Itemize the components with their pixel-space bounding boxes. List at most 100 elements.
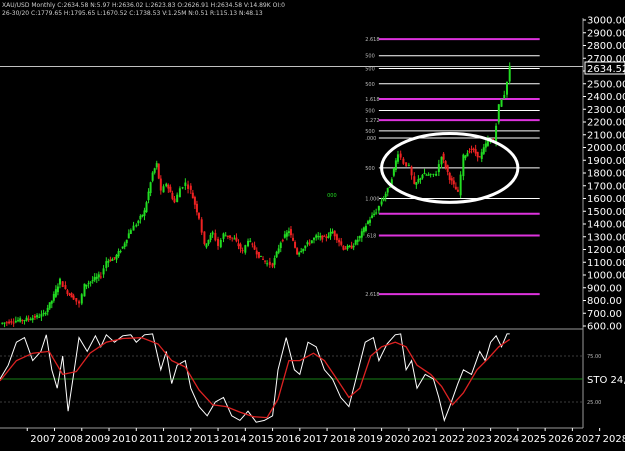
x-tick-label: 2019	[357, 434, 382, 445]
candle-body	[262, 258, 265, 260]
candle-body	[14, 320, 17, 323]
candle-body	[91, 280, 94, 282]
candle-body	[448, 172, 451, 180]
candle-body	[123, 243, 126, 248]
candle-body	[169, 186, 172, 193]
candle-body	[454, 186, 457, 190]
y-tick-label: 1300.00	[587, 232, 625, 243]
candle-body	[281, 240, 284, 242]
candle-body	[68, 293, 71, 295]
candle-body	[219, 239, 222, 248]
candle-body	[427, 174, 430, 176]
candle-body	[321, 235, 324, 240]
candle-body	[407, 164, 410, 166]
candle-body	[425, 174, 428, 176]
candle-body	[195, 203, 198, 213]
candle-body	[364, 225, 367, 231]
candle-body	[139, 215, 142, 220]
candle-body	[239, 244, 242, 250]
candle-body	[27, 318, 30, 320]
candle-body	[371, 215, 374, 218]
fib-level-label: .618	[365, 233, 376, 239]
candle-body	[335, 234, 338, 241]
candle-body	[495, 125, 498, 143]
candle-body	[135, 224, 138, 227]
last-price-label: 2634.52	[587, 64, 625, 75]
candle-body	[48, 302, 51, 309]
candle-body	[93, 277, 96, 281]
candle-body	[209, 234, 212, 241]
candle-body	[241, 250, 244, 252]
candle-body	[176, 194, 179, 202]
candle-body	[319, 235, 322, 238]
candle-body	[153, 168, 156, 173]
y-tick-label: 1700.00	[587, 181, 625, 192]
y-tick-label: 2000.00	[587, 143, 625, 154]
candle-body	[16, 320, 19, 322]
candle-body	[25, 317, 28, 321]
candle-body	[159, 178, 162, 191]
candle-body	[298, 252, 301, 255]
candle-body	[5, 322, 8, 324]
candle-body	[249, 240, 252, 242]
candle-body	[444, 161, 447, 168]
candle-body	[89, 281, 92, 283]
candle-body	[214, 233, 217, 241]
candle-body	[113, 257, 116, 259]
candle-body	[388, 186, 391, 188]
candle-body	[117, 251, 120, 257]
candle-body	[476, 151, 479, 158]
candle-body	[310, 240, 313, 244]
candle-body	[97, 274, 100, 278]
chart-background	[0, 0, 625, 451]
candle-body	[329, 231, 332, 237]
candle-body	[405, 162, 408, 167]
candle-body	[340, 241, 343, 245]
y-tick-label: 1100.00	[587, 258, 625, 269]
candle-body	[200, 219, 203, 233]
x-tick-label: 2025	[521, 434, 546, 445]
x-tick-label: 2027	[575, 434, 600, 445]
candle-body	[354, 240, 357, 245]
fib-level-label: 500	[365, 129, 375, 135]
candle-body	[294, 241, 297, 248]
candle-body	[296, 248, 299, 255]
stoch-label: STO 24,	[587, 375, 625, 386]
candle-body	[211, 232, 214, 235]
candle-body	[375, 212, 378, 214]
x-tick-label: 2022	[439, 434, 464, 445]
candle-body	[54, 289, 57, 297]
x-tick-label: 2028	[603, 434, 625, 445]
candle-body	[64, 285, 67, 290]
candle-body	[266, 263, 269, 265]
candle-body	[478, 156, 481, 158]
x-tick-label: 2013	[194, 434, 219, 445]
candle-body	[333, 230, 336, 237]
x-tick-label: 2024	[494, 434, 519, 445]
candle-body	[342, 245, 345, 250]
candle-body	[85, 284, 88, 287]
candle-body	[348, 245, 351, 247]
candle-body	[107, 260, 110, 263]
candle-body	[157, 163, 160, 179]
candle-body	[251, 243, 254, 245]
candle-body	[417, 179, 420, 183]
candle-body	[36, 315, 39, 318]
fib-level-label: 1.000	[365, 197, 379, 203]
candle-body	[102, 268, 105, 275]
fib-level-label: 2.618	[365, 37, 379, 43]
candle-body	[350, 245, 353, 249]
x-tick-label: 2023	[466, 434, 491, 445]
candle-body	[264, 260, 267, 262]
candle-body	[255, 250, 258, 255]
fib-level-label: 2.618	[365, 292, 379, 298]
y-tick-label: 1200.00	[587, 245, 625, 256]
candle-body	[312, 237, 315, 240]
fib-level-label: 1.272	[365, 118, 379, 124]
candle-body	[462, 154, 465, 177]
candle-body	[229, 235, 232, 238]
candle-body	[247, 240, 250, 247]
y-tick-label: 1900.00	[587, 156, 625, 167]
candle-body	[222, 233, 225, 239]
candle-body	[503, 94, 506, 99]
